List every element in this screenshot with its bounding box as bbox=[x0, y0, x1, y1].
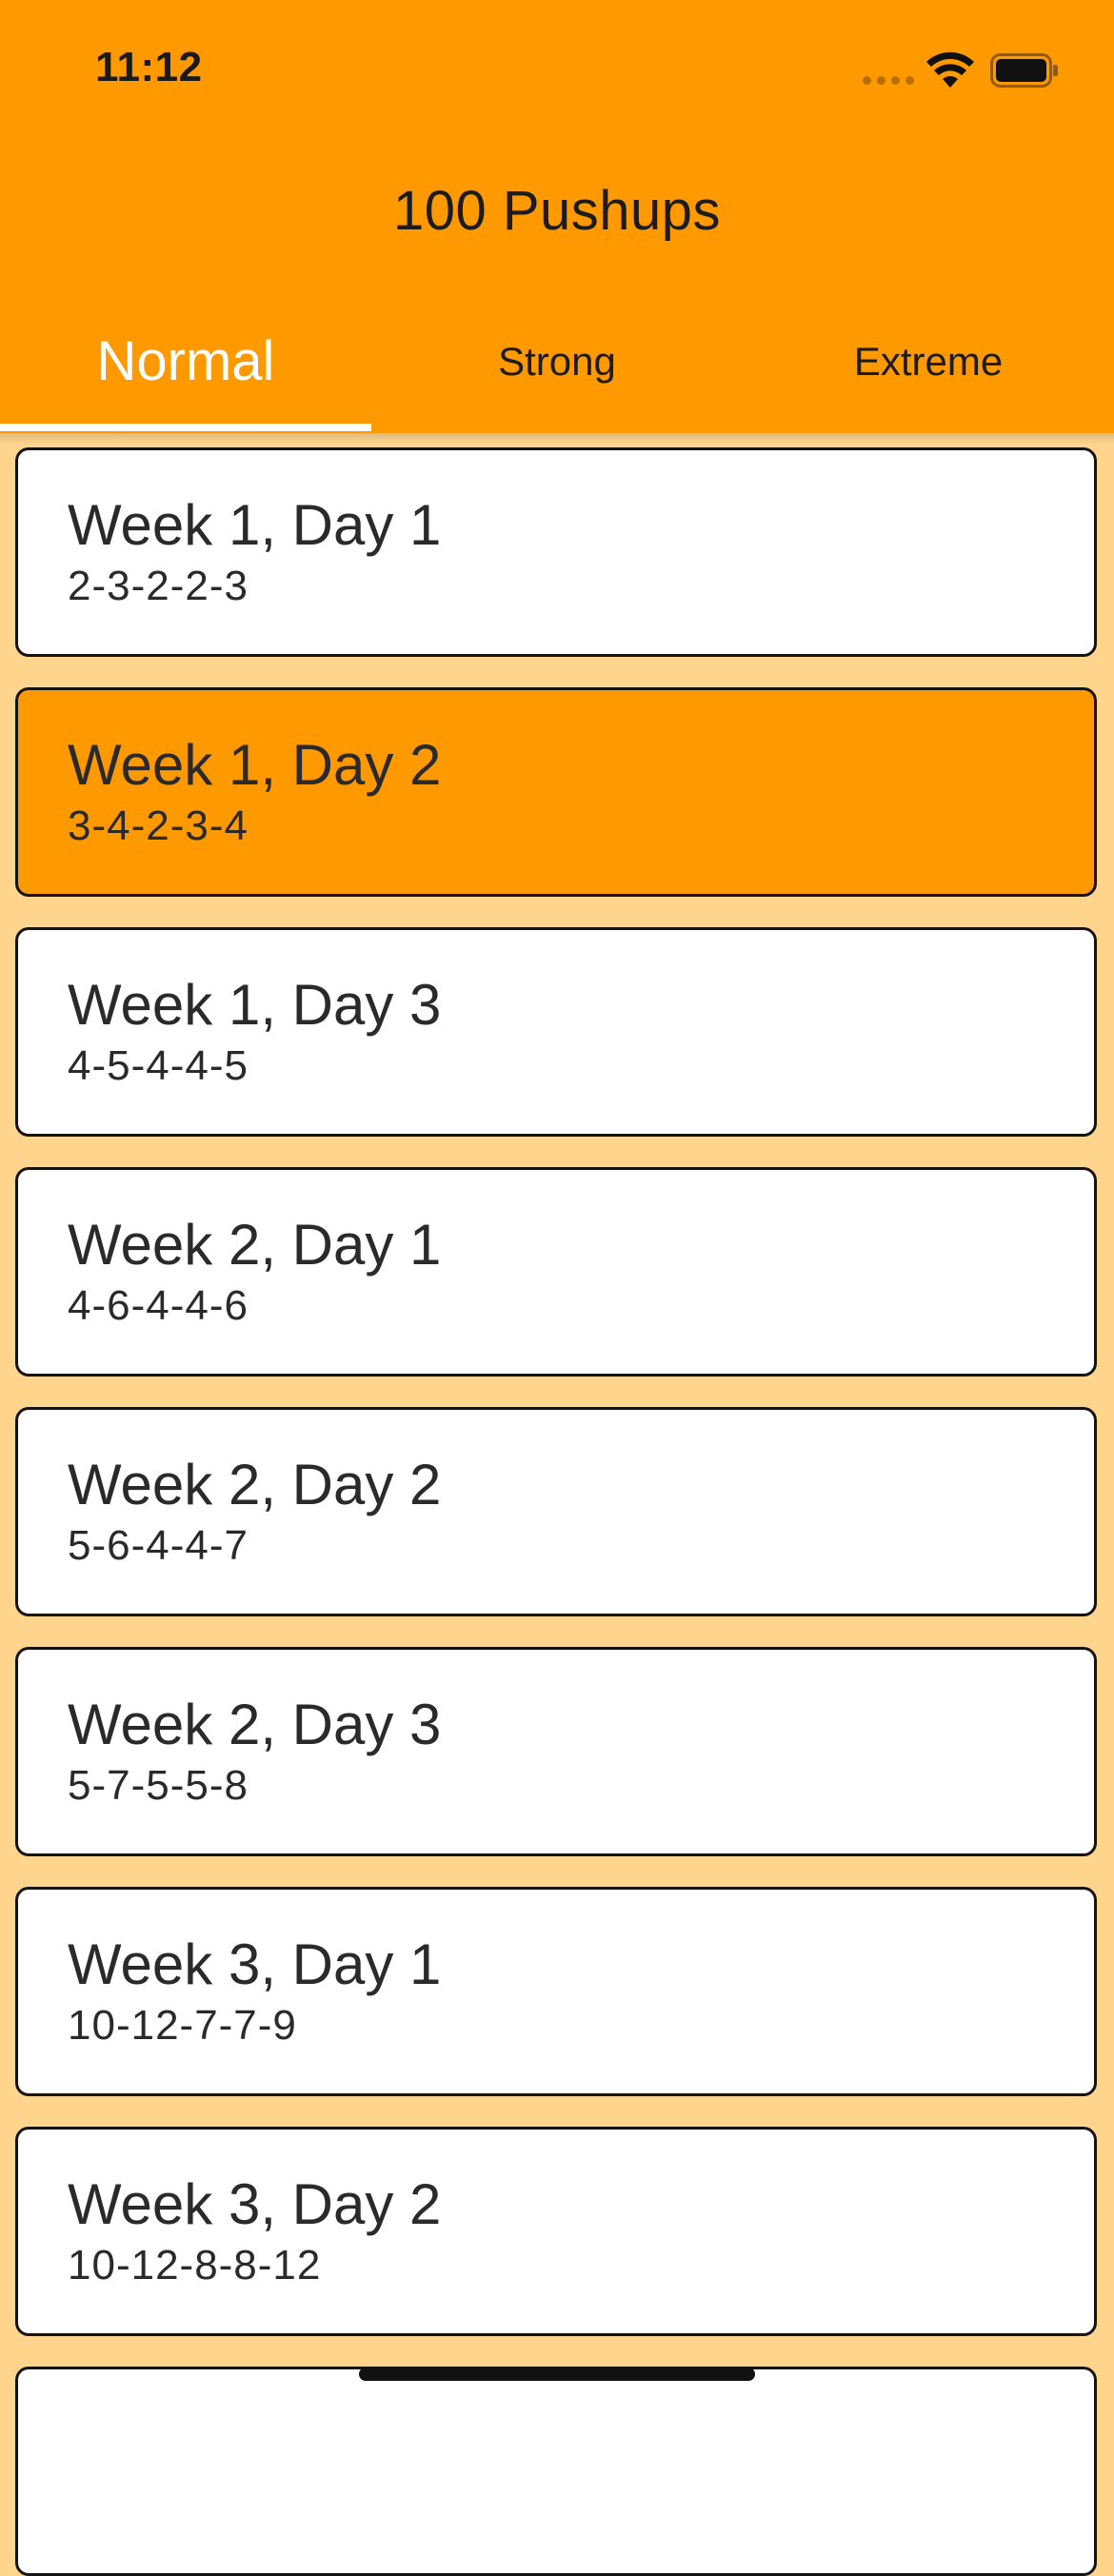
tab-extreme[interactable]: Extreme bbox=[743, 314, 1114, 433]
workout-card[interactable]: Week 3, Day 1 10-12-7-7-9 bbox=[15, 1887, 1097, 2096]
workout-sets: 2-3-2-2-3 bbox=[68, 563, 249, 609]
workout-title: Week 2, Day 2 bbox=[68, 1453, 442, 1516]
tab-normal[interactable]: Normal bbox=[0, 314, 371, 433]
workout-title: Week 2, Day 3 bbox=[68, 1693, 442, 1756]
workout-card[interactable]: Week 2, Day 3 5-7-5-5-8 bbox=[15, 1647, 1097, 1856]
page-title: 100 Pushups bbox=[392, 180, 722, 242]
workout-card[interactable] bbox=[15, 2367, 1097, 2576]
workout-card[interactable]: Week 2, Day 1 4-6-4-4-6 bbox=[15, 1167, 1097, 1377]
workout-sets: 4-5-4-4-5 bbox=[68, 1042, 249, 1089]
workout-sets: 4-6-4-4-6 bbox=[68, 1282, 249, 1329]
wifi-icon bbox=[926, 51, 974, 88]
workout-sets: 3-4-2-3-4 bbox=[68, 803, 249, 849]
home-indicator[interactable] bbox=[359, 2368, 755, 2381]
tab-label: Extreme bbox=[853, 339, 1004, 384]
battery-icon bbox=[990, 53, 1058, 88]
workout-sets: 5-7-5-5-8 bbox=[68, 1762, 249, 1809]
workout-card[interactable]: Week 1, Day 1 2-3-2-2-3 bbox=[15, 447, 1097, 657]
app-header: 11:12 100 Pushups Normal Strong Extreme bbox=[0, 0, 1114, 433]
tab-bar: Normal Strong Extreme bbox=[0, 314, 1114, 433]
workout-title: Week 3, Day 1 bbox=[68, 1932, 442, 1996]
workout-title: Week 1, Day 3 bbox=[68, 973, 442, 1037]
tab-label: Strong bbox=[498, 339, 616, 384]
workout-title: Week 1, Day 2 bbox=[68, 733, 442, 797]
status-time: 11:12 bbox=[95, 44, 203, 90]
tab-strong[interactable]: Strong bbox=[371, 314, 743, 433]
workout-card[interactable]: Week 2, Day 2 5-6-4-4-7 bbox=[15, 1407, 1097, 1616]
workout-card[interactable]: Week 3, Day 2 10-12-8-8-12 bbox=[15, 2127, 1097, 2336]
active-tab-indicator bbox=[0, 424, 371, 431]
tab-label: Normal bbox=[96, 330, 275, 392]
workout-sets: 5-6-4-4-7 bbox=[68, 1522, 249, 1569]
workout-title: Week 1, Day 1 bbox=[68, 493, 442, 557]
workout-sets: 10-12-7-7-9 bbox=[68, 2002, 297, 2049]
status-bar: 11:12 bbox=[0, 0, 1114, 133]
workout-card-selected[interactable]: Week 1, Day 2 3-4-2-3-4 bbox=[15, 687, 1097, 897]
header-shadow bbox=[0, 433, 1114, 445]
workout-title: Week 2, Day 1 bbox=[68, 1213, 442, 1277]
workout-card[interactable]: Week 1, Day 3 4-5-4-4-5 bbox=[15, 927, 1097, 1137]
workout-sets: 10-12-8-8-12 bbox=[68, 2242, 322, 2289]
cellular-signal-icon bbox=[863, 76, 914, 86]
workout-title: Week 3, Day 2 bbox=[68, 2172, 442, 2236]
